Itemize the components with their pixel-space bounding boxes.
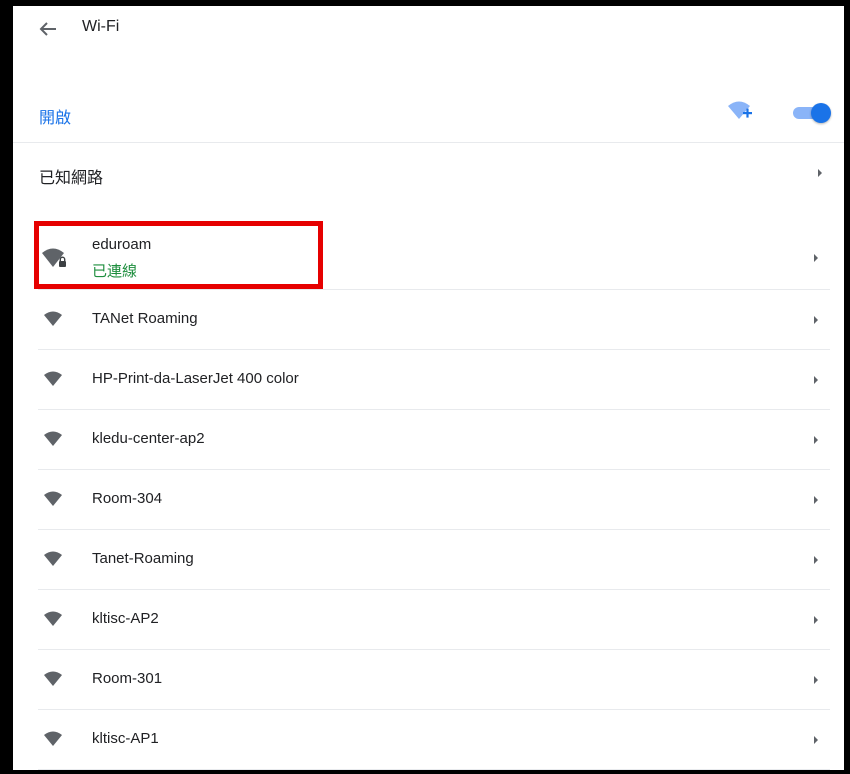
wifi-signal-icon — [44, 311, 62, 326]
network-name: kltisc-AP2 — [92, 610, 159, 627]
wifi-enable-label: 開啟 — [39, 110, 72, 127]
toggle-knob — [811, 103, 831, 123]
back-button[interactable] — [33, 16, 63, 42]
chevron-right-icon — [814, 616, 818, 624]
network-row[interactable]: TANet Roaming — [38, 290, 830, 350]
network-row-eduroam[interactable]: eduroam 已連線 — [38, 227, 830, 290]
screen-frame-left — [0, 0, 13, 774]
network-name: Room-301 — [92, 670, 163, 687]
network-row[interactable]: kltisc-AP2 — [38, 590, 830, 650]
wifi-add-icon — [728, 101, 752, 119]
network-status: 已連線 — [92, 263, 138, 280]
network-row[interactable]: kltisc-AP1 — [38, 710, 830, 770]
known-networks-row[interactable]: 已知網路 — [13, 144, 844, 200]
divider — [13, 142, 844, 143]
network-row[interactable]: HP-Print-da-LaserJet 400 color — [38, 350, 830, 410]
wifi-signal-icon — [44, 431, 62, 446]
network-name: Tanet-Roaming — [92, 550, 194, 567]
wifi-enable-row: 開啟 — [13, 94, 844, 142]
wifi-signal-icon — [44, 491, 62, 506]
network-name: eduroam — [92, 236, 152, 253]
wifi-signal-icon — [44, 371, 62, 386]
chevron-right-icon — [814, 254, 818, 262]
chevron-right-icon — [814, 736, 818, 744]
network-name: kledu-center-ap2 — [92, 430, 205, 447]
wifi-toggle[interactable] — [791, 102, 833, 124]
wifi-settings-panel: Wi-Fi 開啟 已知網路 eduroam 已連線 TANet Roaming … — [13, 6, 844, 770]
chevron-right-icon — [814, 496, 818, 504]
page-header: Wi-Fi — [13, 6, 844, 54]
chevron-right-icon — [814, 556, 818, 564]
network-row[interactable]: Room-301 — [38, 650, 830, 710]
wifi-signal-icon — [44, 671, 62, 686]
chevron-right-icon — [814, 316, 818, 324]
arrow-left-icon — [39, 22, 56, 36]
network-name: TANet Roaming — [92, 310, 198, 327]
chevron-right-icon — [818, 169, 822, 177]
chevron-right-icon — [814, 676, 818, 684]
add-network-button[interactable] — [726, 98, 754, 126]
wifi-signal-icon — [44, 551, 62, 566]
screen-frame-right — [844, 0, 850, 774]
wifi-signal-locked-icon — [42, 248, 66, 267]
network-list: eduroam 已連線 TANet Roaming HP-Print-da-La… — [38, 227, 830, 770]
network-row[interactable]: Tanet-Roaming — [38, 530, 830, 590]
network-row[interactable]: kledu-center-ap2 — [38, 410, 830, 470]
network-name: kltisc-AP1 — [92, 730, 159, 747]
wifi-signal-icon — [44, 611, 62, 626]
screen-frame-bottom — [0, 770, 850, 774]
chevron-right-icon — [814, 436, 818, 444]
page-title: Wi-Fi — [82, 18, 120, 35]
chevron-right-icon — [814, 376, 818, 384]
network-name: Room-304 — [92, 490, 163, 507]
wifi-signal-icon — [44, 731, 62, 746]
network-row[interactable]: Room-304 — [38, 470, 830, 530]
network-name: HP-Print-da-LaserJet 400 color — [92, 370, 299, 387]
known-networks-label: 已知網路 — [39, 170, 104, 187]
